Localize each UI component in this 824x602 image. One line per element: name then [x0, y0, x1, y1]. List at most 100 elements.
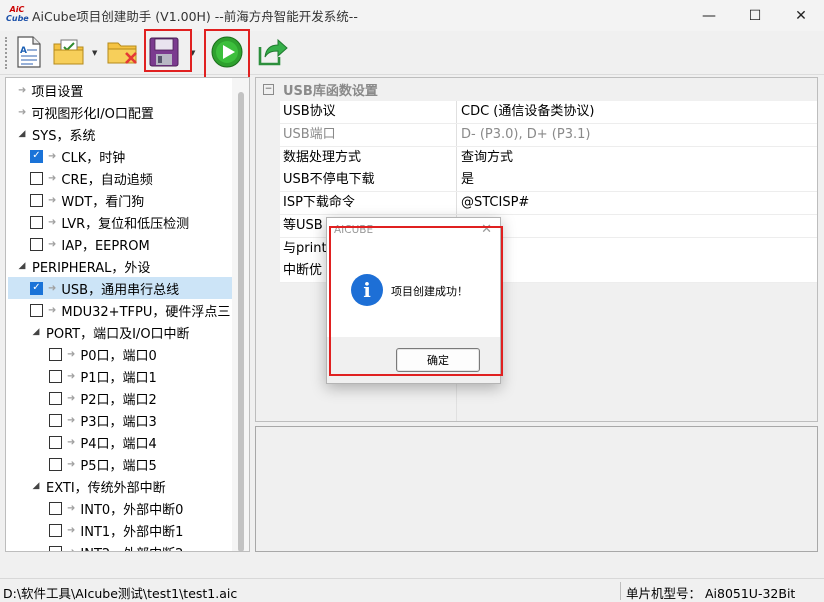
tree-item[interactable]: ➜ P5口，端口5 — [8, 453, 234, 475]
tree-checkbox[interactable] — [30, 215, 43, 229]
close-project-button[interactable] — [106, 35, 140, 69]
tree-checkbox[interactable] — [49, 391, 62, 405]
property-value[interactable]: 先级 — [457, 260, 817, 282]
title-bar: AiC Cube AiCube项目创建助手 (V1.00H) --前海方舟智能开… — [0, 0, 824, 31]
arrow-icon: ➜ — [67, 392, 76, 404]
tree-item[interactable]: ➜ CRE，自动追频 — [8, 167, 234, 189]
tree-item[interactable]: ➜ INT1，外部中断1 — [8, 519, 234, 541]
property-row[interactable]: USB协议 CDC (通信设备类协议) — [280, 101, 817, 124]
project-tree[interactable]: ➜ 项目设置 ➜ 可视图形化I/O口配置 ◢ SYS，系统 ✓ ➜ CLK，时钟 ➜ CRE，自动追… — [5, 77, 250, 552]
tree-checkbox[interactable] — [30, 171, 43, 185]
tree-item[interactable]: ✓ ➜ CLK，时钟 — [8, 145, 234, 167]
property-value[interactable]: 查询方式 — [457, 147, 817, 169]
tree-item[interactable]: ➜ P4口，端口4 — [8, 431, 234, 453]
tree-item[interactable]: ➜ WDT，看门狗 — [8, 189, 234, 211]
tree-item-label: P5口，端口5 — [80, 458, 157, 474]
tree-item-label: P1口，端口1 — [80, 370, 157, 386]
tree-item[interactable]: ✓ ➜ USB，通用串行总线 — [8, 277, 232, 299]
property-value[interactable]: 是 — [457, 169, 817, 191]
tree-item-label: IAP，EEPROM — [61, 238, 150, 254]
arrow-icon: ➜ — [67, 546, 76, 552]
property-row[interactable]: USB端口 D- (P3.0), D+ (P3.1) — [280, 123, 817, 147]
tree-checkbox[interactable] — [49, 435, 62, 449]
tree-checkbox[interactable] — [49, 413, 62, 427]
property-category[interactable]: − USB库函数设置 — [256, 78, 817, 100]
arrow-icon: ➜ — [48, 304, 57, 316]
tree-checkbox[interactable] — [49, 347, 62, 361]
expand-arrow-icon[interactable]: ◢ — [16, 129, 28, 139]
tree-item[interactable]: ➜ 项目设置 — [8, 79, 234, 101]
open-dropdown-icon[interactable]: ▼ — [92, 49, 97, 57]
tree-item-label: SYS，系统 — [32, 128, 96, 144]
tree-item-label: PORT，端口及I/O口中断 — [46, 326, 190, 342]
tree-item-label: P0口，端口0 — [80, 348, 157, 364]
arrow-icon: ➜ — [67, 370, 76, 382]
tree-item[interactable]: ➜ LVR，复位和低压检测 — [8, 211, 234, 233]
property-name: USB端口 — [280, 123, 457, 146]
tree-item[interactable]: ◢ SYS，系统 — [8, 123, 234, 145]
tree-checkbox[interactable] — [49, 369, 62, 383]
tree-item[interactable]: ◢ EXTI，传统外部中断 — [8, 475, 234, 497]
tree-item[interactable]: ➜ IAP，EEPROM — [8, 233, 234, 255]
arrow-icon: ➜ — [48, 150, 57, 162]
tree-checkbox[interactable] — [30, 193, 43, 207]
tree-item[interactable]: ➜ P3口，端口3 — [8, 409, 234, 431]
property-value[interactable] — [457, 238, 817, 260]
tree-checkbox[interactable] — [49, 501, 62, 515]
tree-checkbox[interactable]: ✓ — [30, 281, 43, 295]
tree-item-label: INT0，外部中断0 — [80, 502, 184, 518]
tree-item[interactable]: ◢ PORT，端口及I/O口中断 — [8, 321, 234, 343]
arrow-icon: ➜ — [18, 106, 27, 118]
property-row[interactable]: ISP下载命令 @STCISP# — [280, 192, 817, 215]
property-value[interactable] — [457, 215, 817, 237]
tree-checkbox[interactable] — [49, 523, 62, 537]
chip-model: 单片机型号： Ai8051U-32Bit — [626, 586, 796, 601]
arrow-icon: ➜ — [67, 502, 76, 514]
tree-item-label: WDT，看门狗 — [61, 194, 145, 210]
project-path: D:\软件工具\AIcube测试\test1\test1.aic — [3, 586, 238, 601]
collapse-icon[interactable]: − — [263, 83, 274, 95]
maximize-button[interactable]: ☐ — [732, 0, 778, 31]
arrow-icon: ➜ — [48, 238, 57, 250]
export-button[interactable] — [256, 35, 290, 69]
tree-item-label: INT2，外部中断2 — [80, 543, 183, 552]
tree-item[interactable]: ➜ P0口，端口0 — [8, 343, 234, 365]
tree-item-label: CLK，时钟 — [61, 150, 126, 166]
property-value[interactable]: CDC (通信设备类协议) — [457, 101, 817, 123]
new-document-button[interactable]: A — [12, 35, 46, 69]
arrow-icon: ➜ — [67, 414, 76, 426]
tree-scroll-thumb[interactable] — [238, 92, 244, 551]
property-name: USB协议 — [280, 101, 457, 123]
arrow-icon: ➜ — [18, 84, 27, 96]
open-project-button[interactable] — [52, 35, 86, 69]
property-name: USB不停电下载 — [280, 169, 457, 192]
status-bar: D:\软件工具\AIcube测试\test1\test1.aic 单片机型号： … — [0, 578, 824, 602]
tree-checkbox[interactable] — [49, 545, 62, 551]
property-value[interactable]: D- (P3.0), D+ (P3.1) — [457, 124, 817, 146]
tree-checkbox[interactable] — [30, 303, 43, 317]
toolbar-grip[interactable] — [5, 37, 8, 69]
tree-checkbox[interactable]: ✓ — [30, 149, 43, 163]
tree-item[interactable]: ➜ P1口，端口1 — [8, 365, 234, 387]
tree-item[interactable]: ➜ 可视图形化I/O口配置 — [8, 101, 234, 123]
tree-item[interactable]: ◢ PERIPHERAL，外设 — [8, 255, 234, 277]
tree-item-label: PERIPHERAL，外设 — [32, 260, 151, 276]
close-button[interactable]: ✕ — [778, 0, 824, 31]
tree-item-label: EXTI，传统外部中断 — [46, 480, 166, 496]
tree-item[interactable]: ➜ INT2，外部中断2 — [8, 541, 234, 552]
property-category-label: USB库函数设置 — [283, 83, 378, 99]
property-name: ISP下载命令 — [280, 192, 457, 214]
property-row[interactable]: 数据处理方式 查询方式 — [280, 146, 817, 170]
window-controls: — ☐ ✕ — [686, 0, 824, 31]
expand-arrow-icon[interactable]: ◢ — [16, 261, 28, 271]
expand-arrow-icon[interactable]: ◢ — [30, 327, 42, 337]
property-value[interactable]: @STCISP# — [457, 192, 817, 214]
tree-item[interactable]: ➜ MDU32+TFPU，硬件浮点三 — [8, 299, 234, 321]
tree-item[interactable]: ➜ INT0，外部中断0 — [8, 497, 234, 519]
tree-item[interactable]: ➜ P2口，端口2 — [8, 387, 234, 409]
property-row[interactable]: USB不停电下载是 — [280, 169, 817, 193]
tree-checkbox[interactable] — [49, 457, 62, 471]
tree-checkbox[interactable] — [30, 237, 43, 251]
expand-arrow-icon[interactable]: ◢ — [30, 481, 42, 491]
minimize-button[interactable]: — — [686, 0, 732, 31]
